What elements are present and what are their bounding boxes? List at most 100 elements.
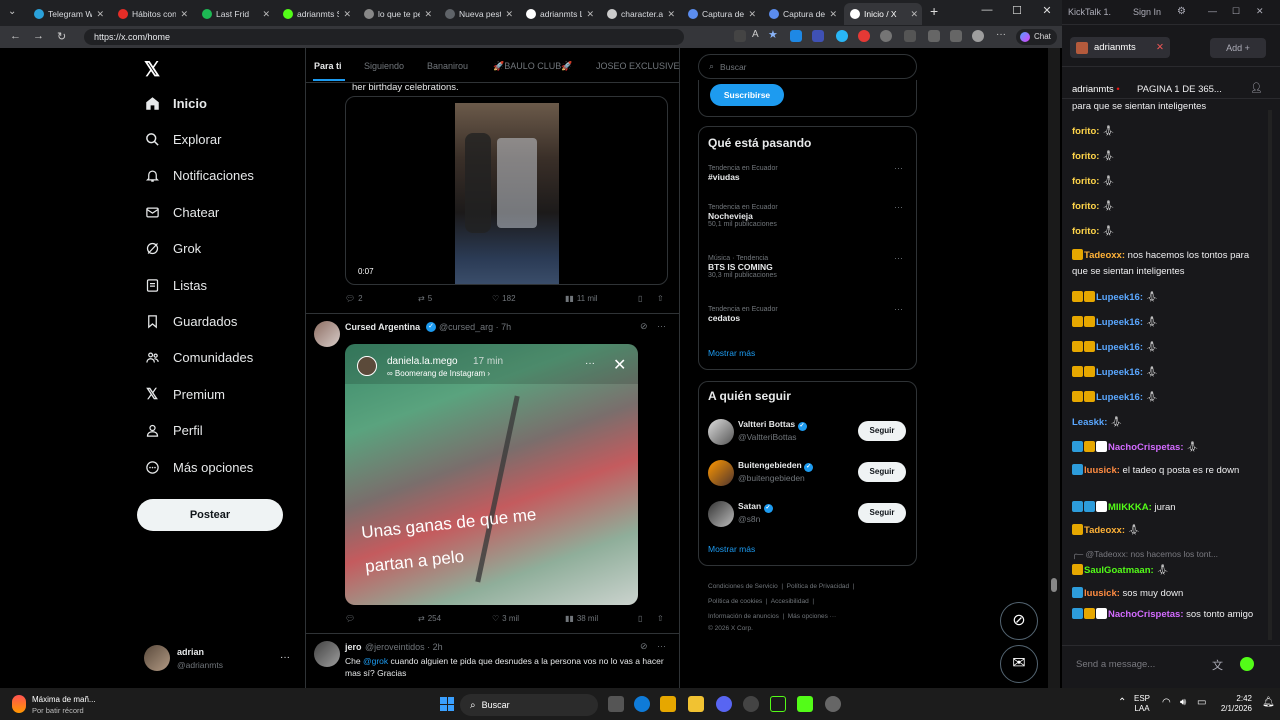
chat-message[interactable]: Lupeek16: 🙏︎ — [1072, 290, 1262, 306]
trend-more-icon[interactable]: ··· — [894, 304, 903, 314]
post-button[interactable]: Postear — [137, 499, 283, 531]
chat-message[interactable]: Tadeoxx: nos hacemos los tontos para que… — [1072, 248, 1262, 280]
audio-extension-icon[interactable] — [812, 30, 824, 42]
back-arrow-icon[interactable]: ← — [10, 30, 21, 42]
feed-tab[interactable]: Para ti — [314, 61, 342, 71]
kick-close-icon[interactable]: ✕ — [1256, 6, 1264, 17]
chat-message[interactable]: MIIKKKA: juran — [1072, 500, 1262, 516]
nav-item-person[interactable]: Perfil — [144, 423, 203, 439]
puzzle-extension-icon[interactable] — [904, 30, 916, 42]
feed-tab[interactable]: 🚀BAULO CLUB🚀 — [493, 61, 572, 72]
blue-extension-icon[interactable] — [836, 30, 848, 42]
suggestion-avatar[interactable] — [708, 460, 734, 486]
chat-message[interactable]: Lupeek16: 🙏︎ — [1072, 365, 1262, 381]
new-tab-button[interactable]: + — [930, 3, 938, 19]
kick-app-icon[interactable] — [770, 696, 786, 712]
weather-title[interactable]: Máxima de mañ... — [32, 695, 96, 704]
wifi-icon[interactable]: ◠ — [1162, 697, 1171, 708]
grok-explain-icon[interactable]: ⊘ — [640, 641, 648, 652]
search-box[interactable]: ⌕ Buscar — [698, 54, 917, 79]
tweet-image[interactable]: daniela.la.mego 17 min ∞ Boomerang de In… — [345, 344, 638, 605]
kick-maximize-icon[interactable]: ☐ — [1232, 6, 1240, 17]
browser-tab[interactable]: Telegram Web ✕ — [28, 3, 108, 25]
tab-close-icon[interactable]: ✕ — [180, 9, 188, 20]
volume-icon[interactable]: 🔊︎ — [1180, 697, 1186, 708]
trend-item[interactable]: Música · Tendencia BTS IS COMING 30,3 mi… — [708, 253, 908, 279]
tweet-author-name[interactable]: jero — [345, 642, 362, 652]
browser-tab[interactable]: Hábitos con Vi ✕ — [112, 3, 192, 25]
chat-message[interactable]: NachoCrispetas: 🙏︎ — [1072, 440, 1262, 456]
chat-message[interactable]: Tadeoxx: 🙏︎ — [1072, 523, 1262, 539]
messages-float-icon[interactable]: ✉ — [1000, 645, 1038, 683]
repost-button[interactable]: ⇄ 254 — [418, 614, 441, 623]
nav-item-x-logo[interactable]: 𝕏 Premium — [144, 386, 225, 403]
follow-button[interactable]: Seguir — [858, 503, 906, 523]
tweet-more-icon[interactable]: ··· — [657, 321, 666, 331]
weather-icon[interactable] — [12, 695, 26, 713]
share-icon[interactable]: ⇧ — [657, 294, 664, 303]
follow-button[interactable]: Seguir — [858, 462, 906, 482]
footer-link[interactable]: Política de cookies — [708, 598, 762, 605]
tweet-more-icon[interactable]: ··· — [657, 641, 666, 651]
favorite-star-icon[interactable]: ★ — [768, 28, 778, 41]
channel-tab[interactable]: adrianmts ✕ — [1070, 37, 1170, 58]
browser-tab[interactable]: Captura de p ✕ — [682, 3, 760, 25]
user-icon[interactable]: 👤︎ — [1250, 83, 1263, 94]
store-icon[interactable] — [660, 696, 676, 712]
like-button[interactable]: ♡ 3 mil — [492, 614, 519, 623]
kicktalk-app-icon[interactable] — [797, 696, 813, 712]
nav-item-search[interactable]: Explorar — [144, 131, 221, 147]
close-window-icon[interactable]: ✕ — [1034, 4, 1060, 17]
notification-bell-icon[interactable]: 🔔︎ — [1262, 697, 1275, 708]
feed-tab[interactable]: Bananirou — [427, 61, 468, 71]
trends-show-more[interactable]: Mostrar más — [708, 348, 755, 358]
split-screen-icon[interactable] — [928, 30, 940, 42]
tab-close-icon[interactable]: ✕ — [505, 9, 513, 20]
red-extension-icon[interactable] — [858, 30, 870, 42]
obs-icon[interactable] — [743, 696, 759, 712]
trend-more-icon[interactable]: ··· — [894, 202, 903, 212]
browser-tab[interactable]: Captura de p ✕ — [763, 3, 841, 25]
nav-item-home[interactable]: Inicio — [144, 95, 207, 111]
chat-message[interactable]: forito: 🙏︎ — [1072, 124, 1262, 140]
url-field[interactable]: https://x.com/home — [84, 29, 684, 45]
follow-show-more[interactable]: Mostrar más — [708, 544, 755, 554]
nav-item-list[interactable]: Listas — [144, 277, 207, 293]
tweet-avatar[interactable] — [314, 321, 340, 347]
chat-message[interactable]: SaulGoatmaan: 🙏︎ — [1072, 563, 1262, 579]
trend-more-icon[interactable]: ··· — [894, 163, 903, 173]
maximize-icon[interactable]: ☐ — [1004, 4, 1030, 17]
taskbar-search[interactable]: ⌕ Buscar — [460, 694, 598, 716]
trend-item[interactable]: Tendencia en Ecuador Nochevieja 50,1 mil… — [708, 202, 908, 228]
like-button[interactable]: ♡ 182 — [492, 294, 516, 303]
tab-close-icon[interactable]: ✕ — [96, 9, 104, 20]
views-button[interactable]: ▮▮ 11 mil — [565, 294, 598, 303]
suggestion-name[interactable]: Satan ✓ — [738, 501, 773, 513]
settings-gear-icon[interactable]: ⚙ — [1177, 6, 1186, 17]
minimize-icon[interactable]: — — [974, 4, 1000, 16]
chat-message[interactable]: Leaskk: 🙏︎ — [1072, 415, 1262, 431]
scrollbar-thumb[interactable] — [1051, 578, 1057, 592]
chat-message[interactable]: Lupeek16: 🙏︎ — [1072, 390, 1262, 406]
mention-link[interactable]: @grok — [363, 656, 388, 666]
reload-icon[interactable]: ↻ — [57, 30, 66, 43]
language-indicator[interactable]: ESP LAA — [1134, 694, 1150, 714]
sign-in-button[interactable]: Sign In — [1133, 7, 1161, 17]
nav-item-grok[interactable]: Grok — [144, 241, 201, 257]
subscribe-button[interactable]: Suscribirse — [710, 84, 784, 106]
discord-icon[interactable] — [716, 696, 732, 712]
reply-button[interactable]: 💬︎ 2 — [345, 294, 363, 303]
account-avatar[interactable] — [144, 645, 170, 671]
views-button[interactable]: ▮▮ 38 mil — [565, 614, 598, 623]
reply-button[interactable]: 💬︎ — [345, 614, 358, 623]
chat-message[interactable]: luusick: sos muy down — [1072, 586, 1262, 602]
browser-tab[interactable]: Inicio / X ✕ — [844, 3, 922, 25]
suggestion-name[interactable]: Valtteri Bottas ✓ — [738, 419, 807, 431]
browser-tab[interactable]: lo que te pe ✕ — [358, 3, 436, 25]
tab-close-icon[interactable]: ✕ — [424, 9, 432, 20]
gray-extension-icon[interactable] — [880, 30, 892, 42]
reader-icon[interactable] — [734, 30, 746, 42]
footer-link[interactable]: Más opciones ··· — [788, 613, 836, 620]
tab-close-icon[interactable]: ✕ — [343, 9, 351, 20]
tab-close-icon[interactable]: ✕ — [910, 9, 918, 20]
